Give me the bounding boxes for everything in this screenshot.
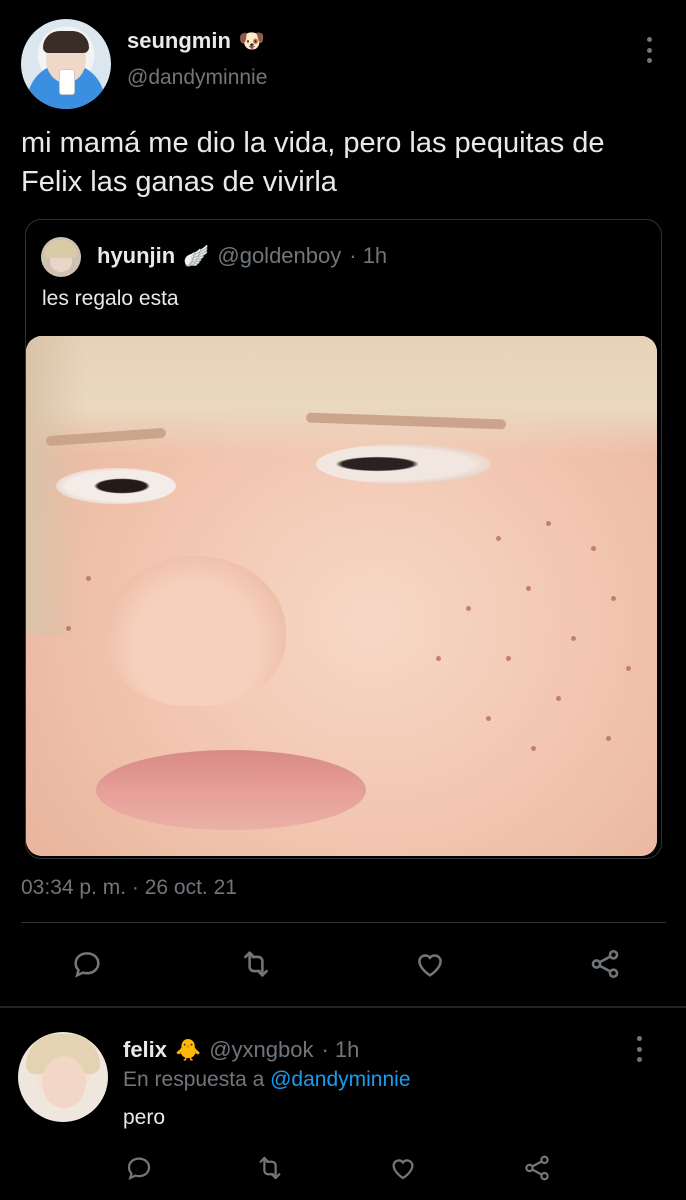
quoted-tweet[interactable]: hyunjin 🪽 @goldenboy · 1h les regalo est… bbox=[25, 219, 662, 859]
replying-to: En respuesta a @dandyminnie bbox=[123, 1068, 411, 1092]
reply-tweet[interactable]: felix 🐥 @yxngbok · 1h En respuesta a @da… bbox=[0, 1008, 686, 1200]
tweet-actions bbox=[0, 944, 686, 984]
share-icon[interactable] bbox=[585, 944, 625, 984]
reply-icon[interactable] bbox=[119, 1148, 159, 1188]
retweet-icon[interactable] bbox=[250, 1148, 290, 1188]
reply-more-options-icon[interactable] bbox=[630, 1036, 648, 1062]
like-icon[interactable] bbox=[410, 944, 450, 984]
author-name[interactable]: seungmin bbox=[127, 28, 231, 54]
retweet-icon[interactable] bbox=[236, 944, 276, 984]
quote-photo[interactable] bbox=[26, 336, 657, 856]
author-handle[interactable]: @dandyminnie bbox=[127, 66, 267, 90]
share-icon[interactable] bbox=[517, 1148, 557, 1188]
main-tweet: seungmin 🐶 @dandyminnie mi mamá me dio l… bbox=[0, 0, 686, 1008]
author-name-row: seungmin 🐶 bbox=[127, 28, 265, 54]
quote-author-avatar bbox=[41, 237, 81, 277]
divider bbox=[21, 922, 666, 923]
like-icon[interactable] bbox=[383, 1148, 423, 1188]
quote-time: · 1h bbox=[349, 243, 388, 268]
reply-author-name[interactable]: felix bbox=[123, 1037, 167, 1063]
chick-emoji-icon: 🐥 bbox=[175, 1038, 202, 1062]
quote-text: les regalo esta bbox=[42, 287, 179, 310]
dog-emoji-icon: 🐶 bbox=[238, 29, 266, 53]
reply-time: · 1h bbox=[321, 1037, 360, 1062]
replying-mention-link[interactable]: @dandyminnie bbox=[270, 1068, 410, 1091]
reply-text: pero bbox=[123, 1106, 166, 1129]
reply-author-handle[interactable]: @yxngbok bbox=[209, 1037, 313, 1063]
quote-author-row: hyunjin 🪽 @goldenboy · 1h bbox=[97, 243, 387, 269]
more-options-icon[interactable] bbox=[640, 37, 658, 63]
tweet-timestamp[interactable]: 03:34 p. m. · 26 oct. 21 bbox=[21, 876, 237, 900]
replying-prefix: En respuesta a bbox=[123, 1068, 265, 1091]
reply-icon[interactable] bbox=[67, 944, 107, 984]
quote-author-name: hyunjin bbox=[97, 243, 176, 268]
tweet-text: mi mamá me dio la vida, pero las pequita… bbox=[21, 127, 605, 198]
reply-author-row: felix 🐥 @yxngbok · 1h bbox=[123, 1037, 359, 1063]
reply-author-avatar[interactable] bbox=[18, 1032, 108, 1122]
quote-author-handle: @goldenboy bbox=[217, 243, 342, 268]
author-avatar[interactable] bbox=[21, 19, 111, 109]
reply-actions bbox=[0, 1148, 686, 1184]
wing-emoji-icon: 🪽 bbox=[183, 244, 210, 268]
